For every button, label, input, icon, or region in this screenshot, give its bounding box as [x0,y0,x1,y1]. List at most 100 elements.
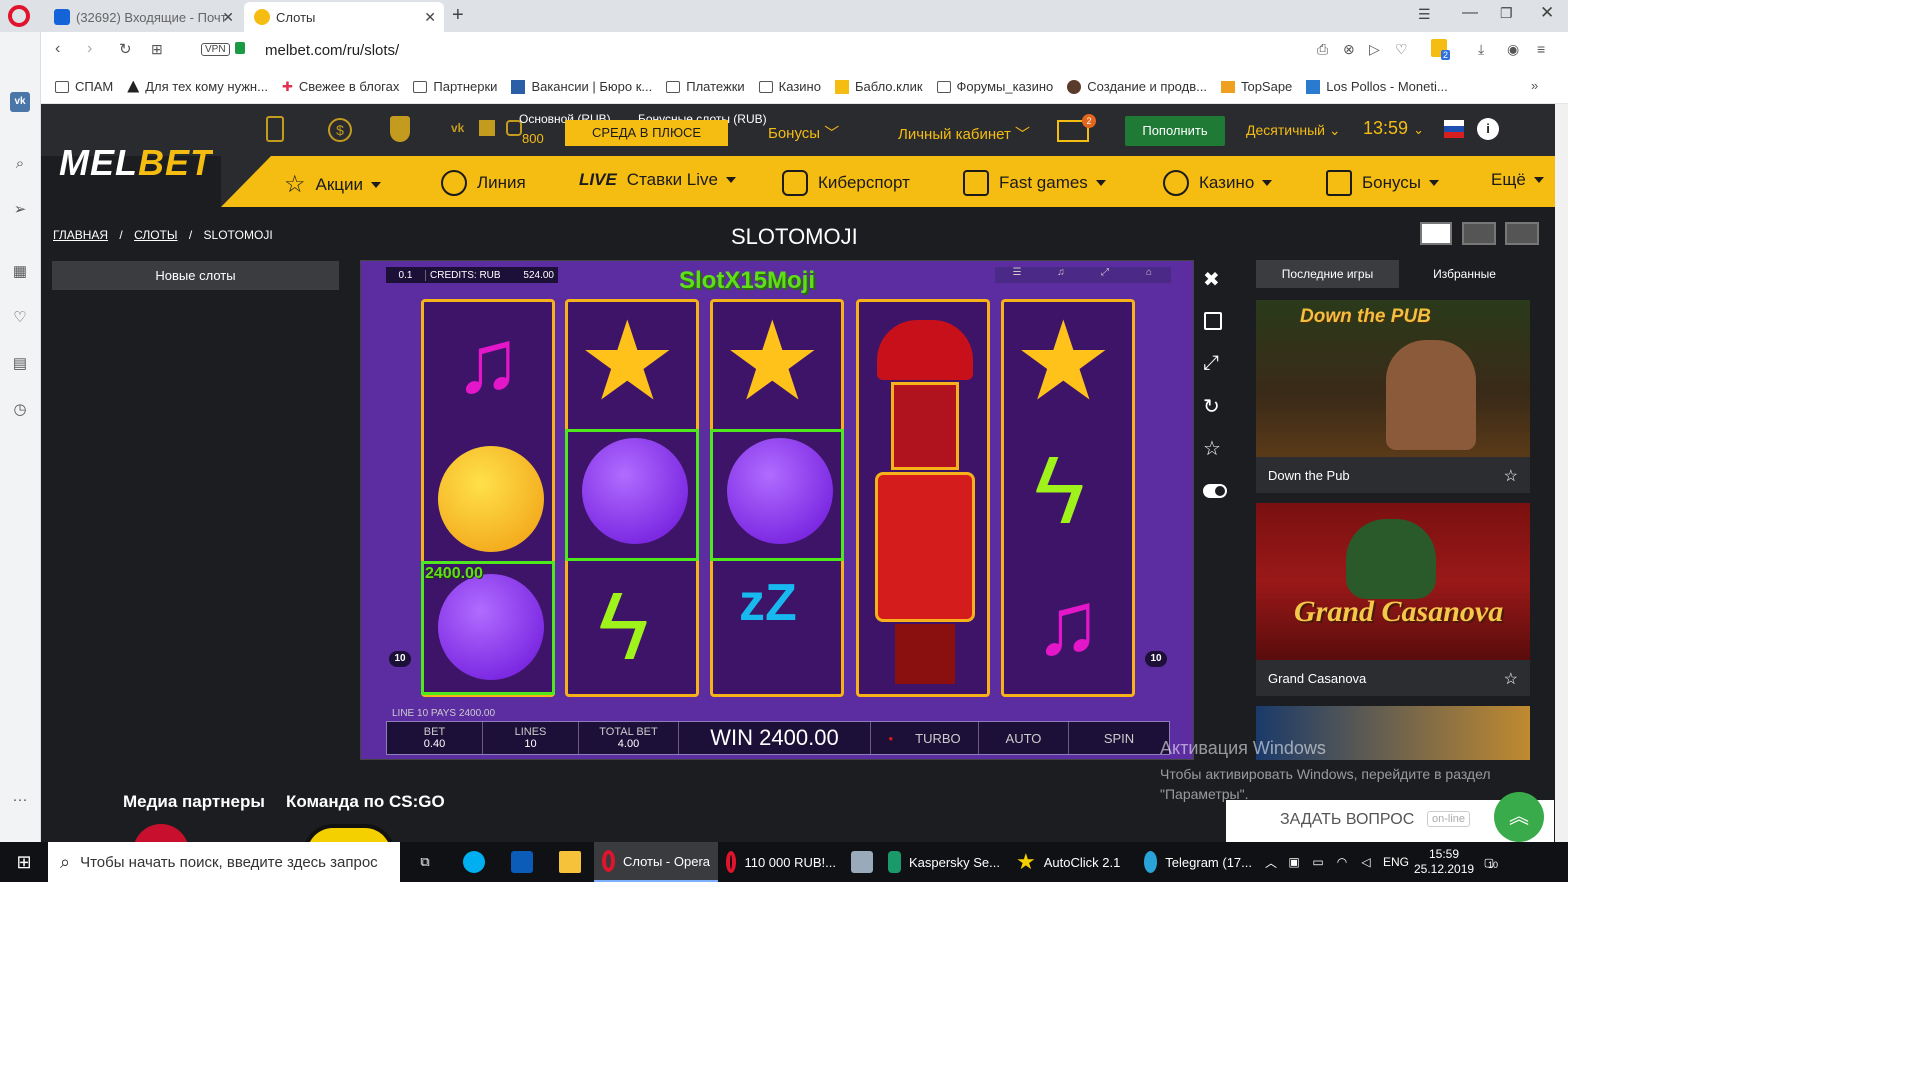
bookmark-item[interactable]: ✚ Свежее в блогах [282,79,399,95]
shield-icon[interactable] [390,116,410,142]
nav-item-casino[interactable]: Казино [1163,170,1273,196]
more-icon[interactable]: ··· [10,790,30,810]
heart-icon[interactable]: ♡ [10,308,30,328]
send-icon[interactable]: ➢ [10,200,30,220]
send-page-icon[interactable]: ▷ [1369,41,1380,58]
close-tab-icon[interactable]: ✕ [424,9,436,26]
page-scrollbar[interactable] [1555,104,1568,842]
nav-item-bonuses[interactable]: Бонусы [1326,170,1440,196]
bookmark-item[interactable]: СПАМ [55,79,113,94]
clock[interactable]: 15:59 25.12.2019 [1414,847,1474,877]
bookmark-item[interactable]: Los Pollos - Moneti... [1306,79,1448,94]
volume-icon[interactable]: ◁ [1354,855,1378,869]
game-thumbnail[interactable]: Grand Casanova [1256,503,1530,660]
battery-icon[interactable]: ▭ [1306,855,1330,869]
lines-control[interactable]: LINES 10 [483,722,579,754]
minimize-icon[interactable]: — [1462,4,1478,22]
more-bookmarks-icon[interactable]: » [1531,78,1538,93]
sound-icon[interactable]: ♫ [1039,267,1083,283]
bookmark-item[interactable]: Вакансии | Бюро к... [511,79,652,94]
tab-menu-icon[interactable]: ☰ [1418,6,1431,23]
home-icon[interactable]: ⌂ [1127,267,1171,283]
spin-button[interactable]: SPIN [1069,722,1169,754]
dollar-icon[interactable]: $ [328,118,352,142]
vk-icon[interactable]: vk [10,92,30,112]
facebook-icon[interactable] [479,120,495,136]
nav-item-esports[interactable]: Киберспорт [782,170,910,196]
nav-item-live[interactable]: LIVE Ставки Live [579,170,736,190]
taskbar-search[interactable]: ⌕ Чтобы начать поиск, введите здесь запр… [48,842,400,882]
bookmark-heart-icon[interactable]: ♡ [1395,41,1408,58]
solitaire-icon[interactable] [511,851,533,873]
game-card[interactable]: Down the PUB Down the Pub ☆ [1256,300,1530,493]
bookmark-item[interactable]: Создание и продв... [1067,79,1207,94]
camera-icon[interactable]: ⎙ [1317,41,1328,58]
opera-logo-icon[interactable] [8,5,30,27]
ask-question-widget[interactable]: ЗАДАТЬ ВОПРОС on-line ︽ [1226,792,1554,842]
tray-expand-icon[interactable]: ︿ [1260,854,1282,871]
notification-center-icon[interactable]: ▢ 10 [1474,856,1504,870]
copy-icon[interactable] [1204,312,1222,330]
taskbar-app-opera[interactable]: Слоты - Opera [594,842,718,882]
breadcrumb-home[interactable]: ГЛАВНАЯ [53,228,108,242]
tab-mail[interactable]: (32692) Входящие - Почта ✕ [44,2,242,32]
favorite-star-icon[interactable]: ☆ [1504,669,1518,689]
view-quad-icon[interactable] [1505,222,1539,245]
taskbar-app-telegram[interactable]: Telegram (17... [1136,842,1260,882]
reload-icon[interactable]: ↻ [119,40,132,58]
bookmark-item[interactable]: TopSape [1220,79,1292,94]
bookmark-item[interactable]: Партнерки [413,79,497,94]
odds-format-dropdown[interactable]: Десятичный ⌄ [1246,122,1341,139]
bookmark-item[interactable]: Форумы_казино [936,79,1053,94]
fullscreen-icon[interactable]: ⤢ [1083,267,1127,283]
bookmark-item[interactable]: Платежки [666,79,745,94]
speed-dial-icon[interactable]: ▦ [10,262,30,282]
turbo-toggle[interactable]: ● TURBO [871,722,979,754]
nav-item-more[interactable]: Ещё [1491,170,1544,190]
close-tab-icon[interactable]: ✕ [222,9,234,26]
tabs-grid-icon[interactable]: ⊞ [151,41,163,58]
task-view-icon[interactable]: ⧉ [400,854,450,870]
refresh-icon[interactable]: ↻ [1203,394,1220,419]
maximize-icon[interactable]: ❐ [1500,5,1513,22]
nav-item-promos[interactable]: ☆ Акции [284,170,382,199]
bookmark-item[interactable]: Бабло.клик [834,79,923,94]
forward-icon[interactable]: › [87,40,92,58]
logo[interactable]: MELBET [59,142,213,184]
new-slots-button[interactable]: Новые слоты [52,261,339,290]
auto-button[interactable]: AUTO [979,722,1069,754]
favorite-star-icon[interactable]: ☆ [1504,466,1518,486]
download-icon[interactable]: ⤓ [1478,41,1484,58]
info-icon[interactable]: i [1477,118,1499,140]
skype-icon[interactable] [463,851,485,873]
tab-slots[interactable]: Слоты ✕ [244,2,444,32]
close-game-icon[interactable]: ✖ [1203,267,1220,292]
vpn-badge[interactable]: VPN [201,43,230,56]
url-field[interactable]: melbet.com/ru/slots/ [265,42,399,59]
game-card[interactable]: Grand Casanova Grand Casanova ☆ [1256,503,1530,696]
bonuses-dropdown[interactable]: Бонусы ﹀ [768,122,839,143]
settings-icon[interactable]: ≡ [1537,41,1545,57]
breadcrumb-slots[interactable]: СЛОТЫ [134,228,177,242]
taskbar-app-opera-2[interactable]: 110 000 RUB!... [718,842,844,882]
adblock-icon[interactable]: ⊗ [1343,41,1355,58]
nav-item-fast-games[interactable]: Fast games [963,170,1106,196]
taskbar-app-autoclick[interactable]: ★ AutoClick 2.1 [1008,842,1136,882]
news-icon[interactable]: ▤ [10,354,30,374]
view-single-icon[interactable] [1420,222,1452,245]
close-window-icon[interactable]: ✕ [1540,3,1554,23]
back-icon[interactable]: ‹ [55,40,60,58]
favorite-star-icon[interactable]: ☆ [1203,436,1221,461]
profile-icon[interactable]: ◉ [1507,41,1519,58]
bookmark-item[interactable]: Для тех кому нужн... [127,79,268,94]
menu-icon[interactable]: ☰ [995,267,1039,283]
mobile-app-icon[interactable] [266,116,284,142]
nav-item-line[interactable]: Линия [441,170,526,196]
tray-app-icon[interactable]: ▣ [1282,855,1306,869]
taskbar-app-kaspersky[interactable]: Kaspersky Se... [880,842,1008,882]
time-display[interactable]: 13:59 ⌄ [1363,118,1424,139]
total-bet-control[interactable]: TOTAL BET 4.00 [579,722,679,754]
game-thumbnail[interactable]: Down the PUB [1256,300,1530,457]
bookmark-item[interactable]: Казино [758,79,821,94]
vk-social-icon[interactable]: vk [451,121,464,135]
